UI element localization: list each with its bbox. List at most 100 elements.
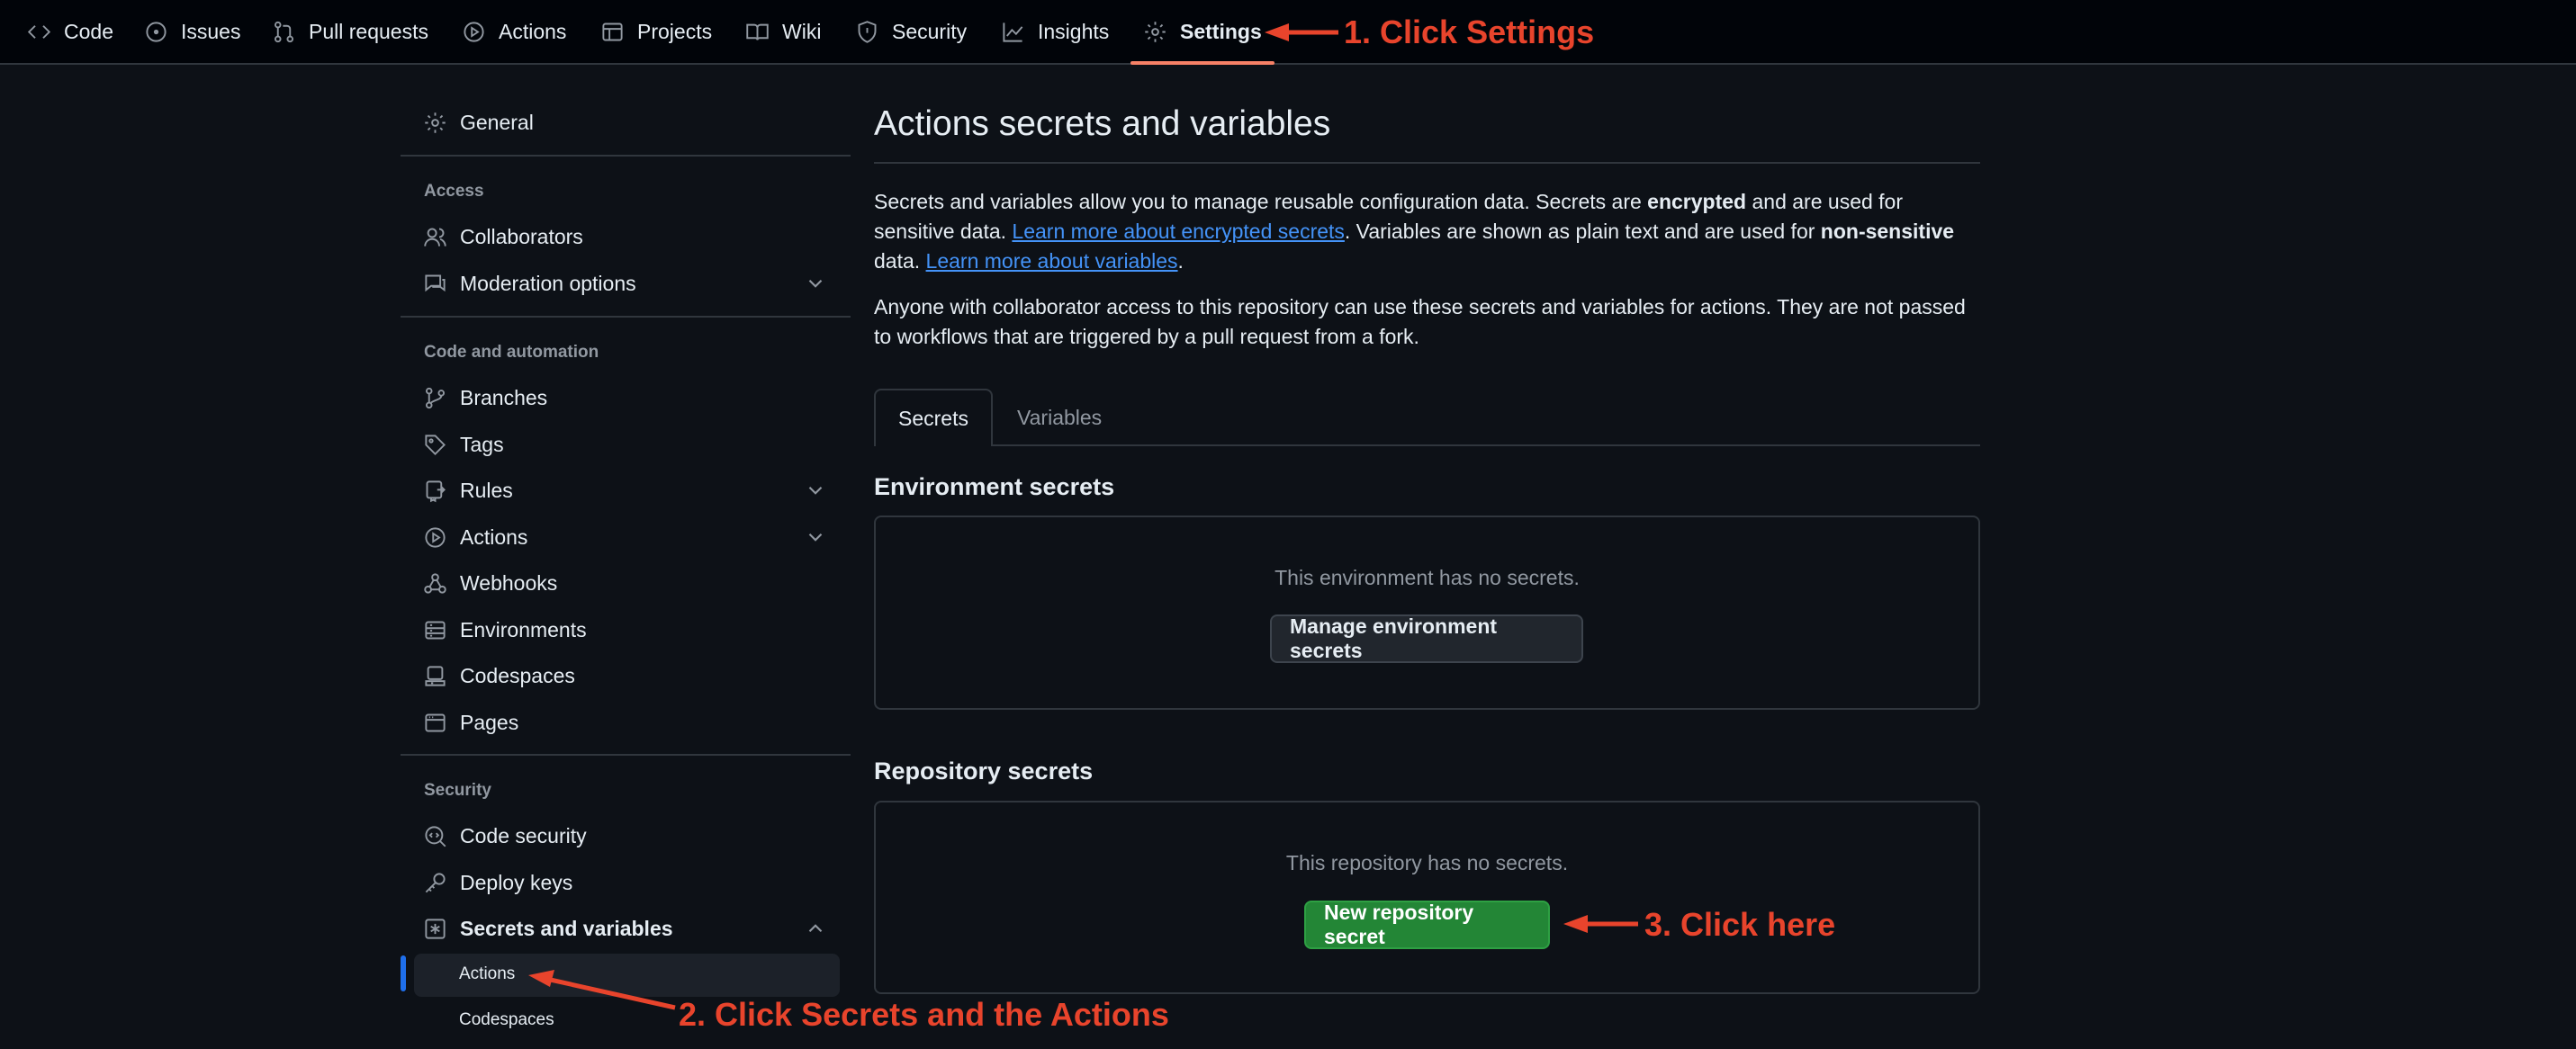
tab-insights[interactable]: Insights [1001,0,1109,63]
annotation-step-2: 2. Click Secrets and the Actions [679,996,1169,1033]
play-icon [464,21,484,42]
sidebar-item-webhooks[interactable]: Webhooks [423,565,557,601]
sidebar-item-label: Deploy keys [460,870,573,894]
sidebar-item-rules[interactable]: Rules [423,472,513,508]
tab-projects[interactable]: Projects [600,0,712,63]
book-icon [746,23,769,40]
sidebar-item-label: General [460,110,534,134]
sidebar-item-tags[interactable]: Tags [423,426,504,462]
gear-icon [1145,21,1166,42]
repo-nav: Code Issues Pull requests Actions Projec… [0,0,2576,65]
key-icon [425,872,446,892]
pull-request-icon [274,21,294,42]
sidebar-subitem-actions[interactable]: Actions [459,964,515,984]
tab-security[interactable]: Security [855,0,967,63]
text: . [1177,249,1184,273]
tab-pull-requests[interactable]: Pull requests [272,0,428,63]
sidebar-heading-security: Security [424,781,491,800]
learn-more-secrets-link[interactable]: Learn more about encrypted secrets [1012,220,1344,243]
shield-icon [858,20,877,43]
sidebar-heading-access: Access [424,182,484,201]
active-item-indicator [401,955,406,991]
tab-wiki[interactable]: Wiki [745,0,821,63]
codespaces-icon [425,665,446,686]
asterisk-icon [425,918,446,939]
learn-more-variables-link[interactable]: Learn more about variables [926,249,1178,273]
sidebar-heading-code: Code and automation [424,343,599,362]
repository-secrets-box [874,801,1980,994]
manage-environment-secrets-button[interactable]: Manage environment secrets [1270,614,1583,663]
text-bold: encrypted [1647,190,1747,213]
repo-push-icon [426,480,446,502]
sidebar-item-collaborators[interactable]: Collaborators [423,219,583,255]
divider [874,162,1980,164]
access-note-paragraph: Anyone with collaborator access to this … [874,295,1966,348]
tab-label: Insights [1038,19,1110,43]
play-icon [425,526,446,548]
sidebar-item-label: Collaborators [460,224,583,248]
server-icon [425,621,446,639]
divider [401,155,851,157]
codescan-icon [425,825,446,847]
tab-label: Issues [181,19,241,43]
sidebar-item-label: Secrets and variables [460,916,673,940]
gear-icon [425,112,446,133]
chevron-up-icon[interactable] [804,917,827,940]
people-icon [424,228,446,247]
tab-settings[interactable]: Settings [1130,0,1274,65]
divider [401,754,851,756]
sidebar-item-secrets-variables[interactable]: Secrets and variables [423,910,673,946]
webhook-icon [424,572,446,594]
text: . Variables are shown as plain text and … [1344,220,1821,243]
tag-icon [425,434,446,455]
graph-icon [1003,22,1023,42]
sidebar-item-environments[interactable]: Environments [423,612,587,648]
annotation-step-3: 3. Click here [1644,906,1836,943]
tab-label: Projects [637,19,713,43]
tab-variables[interactable]: Variables [1017,389,1102,446]
sidebar-item-label: Pages [460,710,519,734]
sidebar-item-deploy-keys[interactable]: Deploy keys [423,865,572,901]
tab-label: Pull requests [309,19,428,43]
sidebar-item-label: Actions [460,524,528,549]
table-icon [602,22,623,40]
tab-issues[interactable]: Issues [144,0,240,63]
sidebar-item-code-security[interactable]: Code security [423,818,587,854]
chevron-down-icon[interactable] [804,272,827,295]
branch-icon [425,387,446,408]
sidebar-item-label: Moderation options [460,271,636,295]
sidebar-item-label: Webhooks [460,570,558,595]
repository-empty-text: This repository has no secrets. [1285,851,1569,874]
sidebar-item-label: Branches [460,385,548,409]
tab-label: Wiki [782,19,822,43]
tab-actions[interactable]: Actions [462,0,566,63]
divider [401,316,851,318]
tab-label: Security [892,19,968,43]
sidebar-item-branches[interactable]: Branches [423,380,547,416]
chevron-down-icon[interactable] [804,525,827,549]
sidebar-item-label: Codespaces [460,663,575,687]
chevron-down-icon[interactable] [804,479,827,502]
sidebar-item-codespaces[interactable]: Codespaces [423,658,575,694]
repository-secrets-heading: Repository secrets [874,758,1094,785]
sidebar-item-moderation[interactable]: Moderation options [423,265,636,301]
tab-label: Settings [1180,19,1262,43]
browser-icon [425,713,446,731]
tab-secrets[interactable]: Secrets [874,389,993,446]
sidebar-subitem-codespaces[interactable]: Codespaces [459,1010,554,1030]
code-icon [27,24,51,39]
tab-label: Actions [499,19,567,43]
tab-code[interactable]: Code [27,0,113,63]
sidebar-item-general[interactable]: General [423,104,534,140]
text-bold: non-sensitive [1820,220,1955,243]
issue-icon [146,21,167,42]
page-title: Actions secrets and variables [874,104,1331,143]
description-paragraph: Secrets and variables allow you to manag… [874,187,1980,276]
sidebar-item-label: Code security [460,823,587,847]
environment-secrets-box [874,516,1980,710]
environment-empty-text: This environment has no secrets. [1274,566,1580,589]
sidebar-item-actions[interactable]: Actions [423,519,527,555]
sidebar-item-pages[interactable]: Pages [423,704,518,740]
sidebar-item-label: Environments [460,617,587,641]
new-repository-secret-button[interactable]: New repository secret [1304,901,1550,949]
